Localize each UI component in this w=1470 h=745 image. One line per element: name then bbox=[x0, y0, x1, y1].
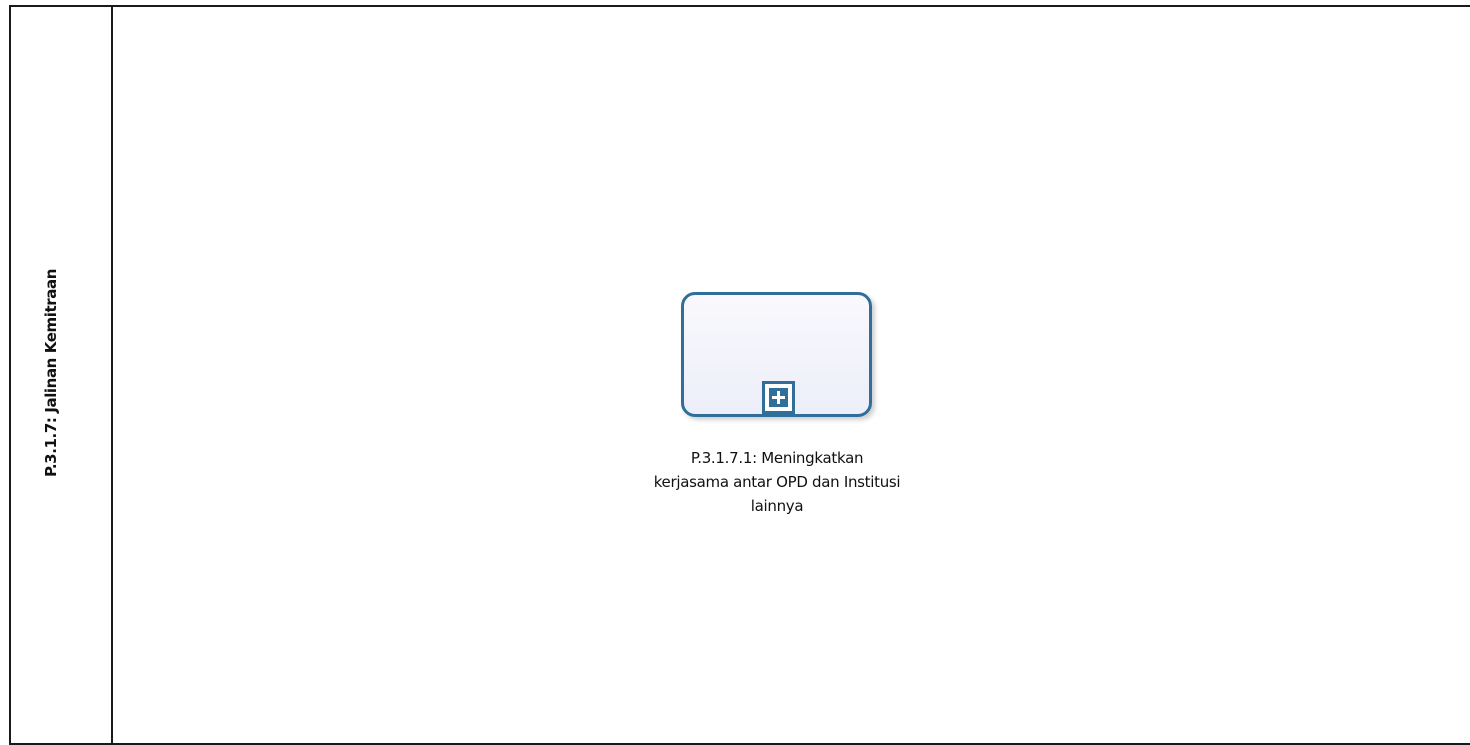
subprocess-label: P.3.1.7.1: Meningkatkan kerjasama antar … bbox=[597, 446, 957, 518]
subprocess-label-line-2: kerjasama antar OPD dan Institusi bbox=[653, 473, 901, 491]
plus-icon bbox=[769, 388, 788, 407]
pool-title: P.3.1.7: Jalinan Kemitraan bbox=[42, 269, 60, 477]
subprocess-label-line-3: lainnya bbox=[750, 497, 804, 515]
subprocess-marker[interactable] bbox=[762, 381, 795, 414]
subprocess-label-line-1: P.3.1.7.1: Meningkatkan bbox=[690, 449, 864, 467]
collapsed-subprocess[interactable] bbox=[681, 292, 872, 417]
pool-header bbox=[11, 7, 113, 743]
